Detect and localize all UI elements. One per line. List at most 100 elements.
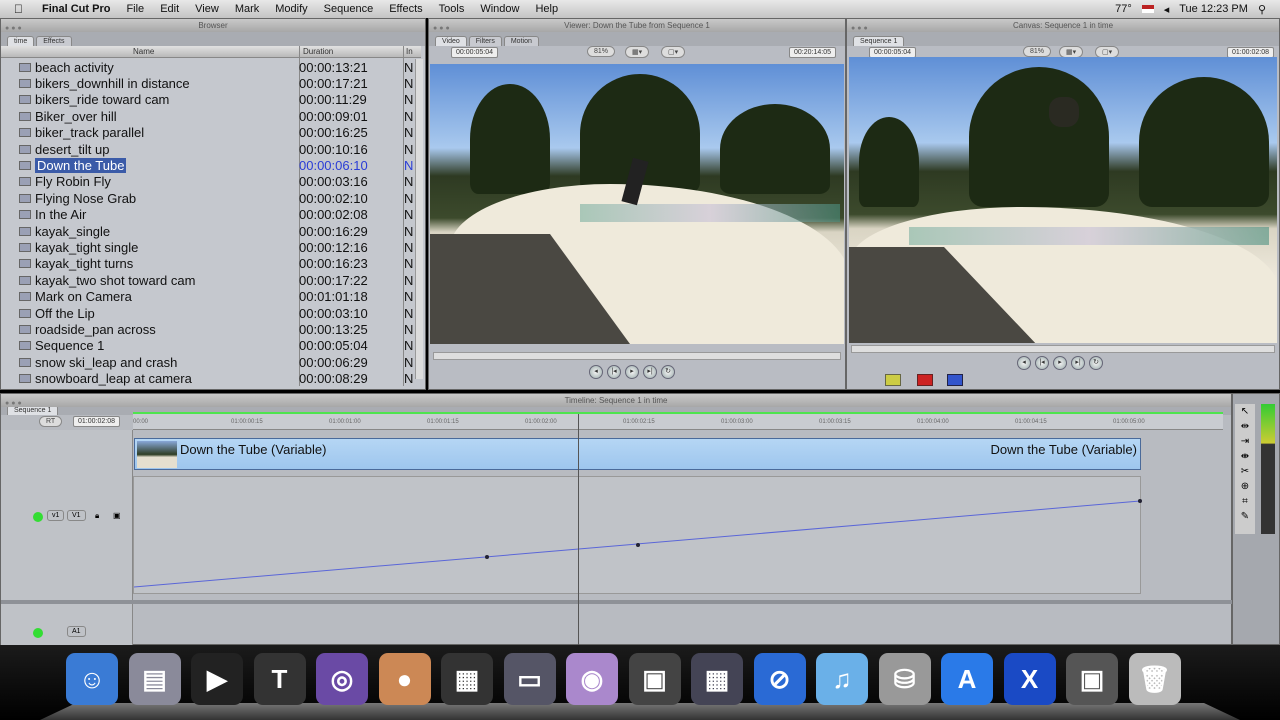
dock-itunes-icon[interactable]: ♫ xyxy=(816,653,868,705)
clip-row[interactable]: kayak_tight single 00:00:12:16 N xyxy=(1,239,421,255)
dock-motion-icon[interactable]: ◎ xyxy=(316,653,368,705)
speed-keyframe-graph[interactable] xyxy=(133,476,1142,594)
spotlight-icon[interactable]: ⚲ xyxy=(1258,3,1266,16)
next-edit-icon[interactable]: ▸| xyxy=(643,365,657,379)
timecode-field[interactable]: 00:20:14:05 xyxy=(789,47,836,58)
pen-tool-icon[interactable]: ✎ xyxy=(1235,509,1255,524)
tab-video[interactable]: Video xyxy=(435,36,467,46)
apple-menu-icon[interactable]:  xyxy=(14,2,34,16)
canvas-video[interactable] xyxy=(849,57,1277,343)
crop-tool-icon[interactable]: ⌗ xyxy=(1235,494,1255,509)
menu-help[interactable]: Help xyxy=(535,3,558,15)
clip-row[interactable]: kayak_single 00:00:16:29 N xyxy=(1,223,421,239)
clip-row[interactable]: snow ski_leap and crash 00:00:06:29 N xyxy=(1,354,421,370)
clip-row[interactable]: Down the Tube 00:00:06:10 N xyxy=(1,157,421,174)
tab-effects[interactable]: Effects xyxy=(36,36,72,46)
playhead[interactable] xyxy=(578,414,579,646)
edit-select-tool-icon[interactable]: ⇹ xyxy=(1235,419,1255,434)
prev-edit-icon[interactable]: |◂ xyxy=(607,365,621,379)
time-ruler[interactable]: 00:00 01:00:00:15 01:00:01:00 01:00:01:15 01… xyxy=(133,414,1223,430)
dock-compressor-icon[interactable]: ▦ xyxy=(691,653,743,705)
zoom-popup[interactable]: 81% xyxy=(587,46,616,57)
menu-view[interactable]: View xyxy=(195,3,219,15)
menu-window[interactable]: Window xyxy=(480,3,519,15)
menu-file[interactable]: File xyxy=(126,3,144,15)
play-around-icon[interactable]: ↻ xyxy=(1089,356,1103,370)
dock-color-icon[interactable]: ● xyxy=(378,653,431,705)
track-v1[interactable]: V1 xyxy=(67,510,86,521)
dock-keynote-t-icon[interactable]: T xyxy=(253,653,306,705)
dock-trash-icon[interactable]: 🗑︎ xyxy=(1128,653,1181,705)
clip-row[interactable]: beach activity 00:00:13:21 N xyxy=(1,59,421,75)
column-name[interactable]: Name xyxy=(133,47,154,56)
canvas-scrubber[interactable] xyxy=(851,345,1275,353)
clip-row[interactable]: Flying Nose Grab 00:00:02:10 N xyxy=(1,190,421,206)
tab-motion[interactable]: Motion xyxy=(503,36,539,46)
menu-effects[interactable]: Effects xyxy=(389,3,422,15)
zoom-tool-icon[interactable]: ⊕ xyxy=(1235,479,1255,494)
dock-clapper-icon[interactable]: ▦ xyxy=(441,653,493,705)
clip-row[interactable]: Sequence 1 00:00:05:04 N xyxy=(1,338,421,354)
zoom-popup[interactable]: 81% xyxy=(1023,46,1052,57)
dock-final-cut-pro-icon[interactable]: ▶ xyxy=(191,653,243,705)
menu-mark[interactable]: Mark xyxy=(235,3,259,15)
dock-safari-icon[interactable]: ⊘ xyxy=(753,653,806,705)
tab-time[interactable]: time xyxy=(7,36,35,46)
overwrite-edit-icon[interactable] xyxy=(917,374,933,386)
track-select-tool-icon[interactable]: ⇥ xyxy=(1235,434,1255,449)
next-edit-icon[interactable]: ▸| xyxy=(1071,356,1085,370)
scrollbar[interactable] xyxy=(415,59,423,379)
dock-app-store-icon[interactable]: A xyxy=(941,653,993,705)
source-patch-v1[interactable]: v1 xyxy=(47,510,65,521)
timeline-clip[interactable]: Down the Tube (Variable) Down the Tube (… xyxy=(134,438,1141,470)
selection-tool-icon[interactable]: ↖ xyxy=(1235,404,1255,419)
dock-photo-booth-icon[interactable]: ▣ xyxy=(628,653,681,705)
clip-row[interactable]: Biker_over hill 00:00:09:01 N xyxy=(1,108,421,124)
window-controls[interactable]: ●●● xyxy=(5,22,24,35)
tab-filters[interactable]: Filters xyxy=(468,36,502,46)
play-icon[interactable]: ▸ xyxy=(1053,356,1067,370)
menu-modify[interactable]: Modify xyxy=(275,3,307,15)
tab-sequence-1[interactable]: Sequence 1 xyxy=(853,36,905,46)
flag-icon[interactable] xyxy=(1141,5,1154,13)
timeline-timecode[interactable]: 01:00:02:08 xyxy=(73,416,120,427)
clip-row[interactable]: desert_tilt up 00:00:10:16 N xyxy=(1,141,421,157)
dock-photo-icon[interactable]: ▣ xyxy=(1066,653,1118,705)
track-a1[interactable]: A1 xyxy=(67,626,86,637)
clip-row[interactable]: Mark on Camera 00:01:01:18 N xyxy=(1,288,421,304)
clip-row[interactable]: In the Air 00:00:02:08 N xyxy=(1,207,421,223)
dock-disk-utility-icon[interactable]: ⛁ xyxy=(878,653,931,705)
track-visibility-icon[interactable] xyxy=(33,512,43,522)
dock-finder-icon[interactable]: ☺ xyxy=(66,653,118,705)
clip-row[interactable]: kayak_tight turns 00:00:16:23 N xyxy=(1,256,421,272)
dock-x11-icon[interactable]: X xyxy=(1003,653,1056,705)
column-duration[interactable]: Duration xyxy=(303,47,333,56)
auto-select-icon[interactable]: ▣ xyxy=(113,511,121,520)
play-around-icon[interactable]: ↻ xyxy=(661,365,675,379)
volume-icon[interactable]: ◂ xyxy=(1164,3,1170,16)
clip-row[interactable]: Fly Robin Fly 00:00:03:16 N xyxy=(1,174,421,190)
clock[interactable]: Tue 12:23 PM xyxy=(1179,3,1248,15)
dock-dvd-player-icon[interactable]: ◉ xyxy=(566,653,618,705)
clip-row[interactable]: kayak_two shot toward cam 00:00:17:22 N xyxy=(1,272,421,288)
audio-track-visibility-icon[interactable] xyxy=(33,628,43,638)
temperature[interactable]: 77° xyxy=(1115,3,1132,15)
razor-tool-icon[interactable]: ✂ xyxy=(1235,464,1255,479)
clip-row[interactable]: bikers_ride toward cam 00:00:11:29 N xyxy=(1,92,421,108)
clip-row[interactable]: bikers_downhill in distance 00:00:17:21 N xyxy=(1,75,421,91)
replace-edit-icon[interactable] xyxy=(947,374,963,386)
menu-edit[interactable]: Edit xyxy=(160,3,179,15)
rt-popup[interactable]: RT xyxy=(39,416,63,427)
insert-edit-icon[interactable] xyxy=(885,374,901,386)
dock-dvd-studio-icon[interactable]: ▭ xyxy=(503,653,556,705)
dock-preview-icon[interactable]: ▤ xyxy=(128,653,181,705)
clip-row[interactable]: snowboard_leap at camera 00:00:08:29 N xyxy=(1,370,421,386)
menu-sequence[interactable]: Sequence xyxy=(324,3,374,15)
roll-tool-icon[interactable]: ⇼ xyxy=(1235,449,1255,464)
display-popup[interactable]: ▢▾ xyxy=(661,46,686,58)
lock-icon[interactable]: 🔒︎ xyxy=(95,511,99,521)
play-in-out-icon[interactable]: ◂ xyxy=(589,365,603,379)
clip-row[interactable]: Off the Lip 00:00:03:10 N xyxy=(1,305,421,321)
duration-field[interactable]: 00:00:05:04 xyxy=(451,47,498,58)
prev-edit-icon[interactable]: |◂ xyxy=(1035,356,1049,370)
